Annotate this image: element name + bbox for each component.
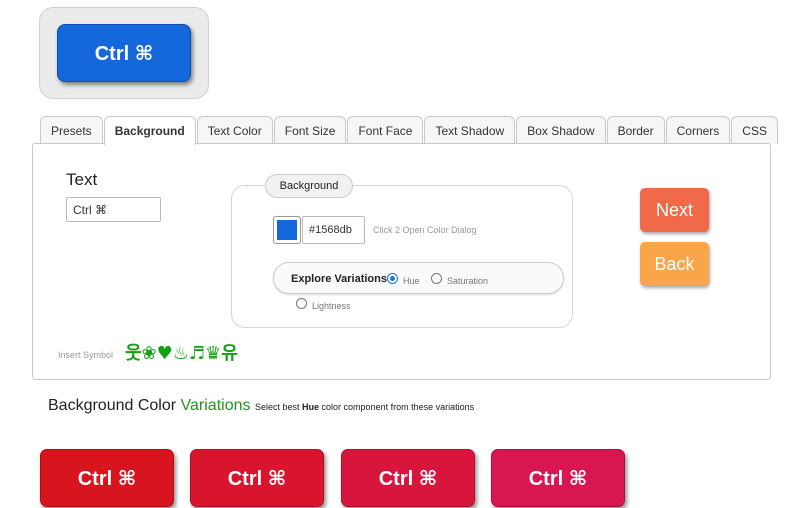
- radio-hue-label: Hue: [403, 276, 420, 286]
- variations-description: Select best Hue color component from the…: [254, 402, 475, 412]
- explore-variations-bar: Explore Variations Hue Saturation: [273, 262, 564, 294]
- color-dialog-hint: Click 2 Open Color Dialog: [373, 225, 477, 235]
- tab-presets[interactable]: Presets: [40, 116, 103, 144]
- tab-font-face[interactable]: Font Face: [347, 116, 424, 144]
- radio-saturation[interactable]: [431, 273, 442, 284]
- radio-lightness[interactable]: [296, 298, 307, 309]
- radio-lightness-label: Lightness: [312, 301, 351, 311]
- variation-button-2[interactable]: Ctrl ⌘: [190, 449, 324, 507]
- background-group: Background Click 2 Open Color Dialog Exp…: [231, 174, 573, 328]
- background-group-title: Background: [265, 174, 353, 198]
- tab-text-shadow[interactable]: Text Shadow: [424, 116, 516, 144]
- variation-button-1[interactable]: Ctrl ⌘: [40, 449, 174, 507]
- button-preview-box: Ctrl ⌘: [39, 7, 209, 99]
- tab-border[interactable]: Border: [606, 116, 665, 144]
- tab-background[interactable]: Background: [103, 116, 196, 145]
- back-button[interactable]: Back: [640, 242, 709, 286]
- radio-hue[interactable]: [387, 273, 398, 284]
- tab-text-color[interactable]: Text Color: [196, 116, 273, 144]
- explore-variations-label: Explore Variations: [291, 273, 387, 285]
- variations-heading: Background Color Variations Select best …: [48, 397, 474, 415]
- tab-css[interactable]: CSS: [731, 116, 778, 144]
- variation-button-3[interactable]: Ctrl ⌘: [341, 449, 475, 507]
- insert-symbol-label: Insert Symbol: [58, 350, 114, 360]
- settings-panel: Text Background Click 2 Open Color Dialo…: [32, 143, 771, 380]
- symbol-picker[interactable]: 웃❀♥♨♬♛유: [125, 339, 238, 365]
- text-input[interactable]: [66, 197, 161, 222]
- color-swatch-fill: [277, 220, 297, 240]
- tab-box-shadow[interactable]: Box Shadow: [516, 116, 606, 144]
- variations-title-main: Background Color: [48, 397, 177, 414]
- radio-saturation-label: Saturation: [447, 276, 489, 286]
- next-button[interactable]: Next: [640, 188, 709, 232]
- variations-title-green: Variations: [180, 397, 251, 414]
- text-label: Text: [66, 170, 98, 189]
- color-swatch[interactable]: [273, 216, 301, 244]
- tab-bar: Presets Background Text Color Font Size …: [40, 116, 779, 145]
- hex-color-input[interactable]: [302, 216, 365, 244]
- tab-font-size[interactable]: Font Size: [273, 116, 347, 144]
- variation-button-4[interactable]: Ctrl ⌘: [491, 449, 625, 507]
- tab-corners[interactable]: Corners: [665, 116, 731, 144]
- preview-button[interactable]: Ctrl ⌘: [57, 24, 191, 82]
